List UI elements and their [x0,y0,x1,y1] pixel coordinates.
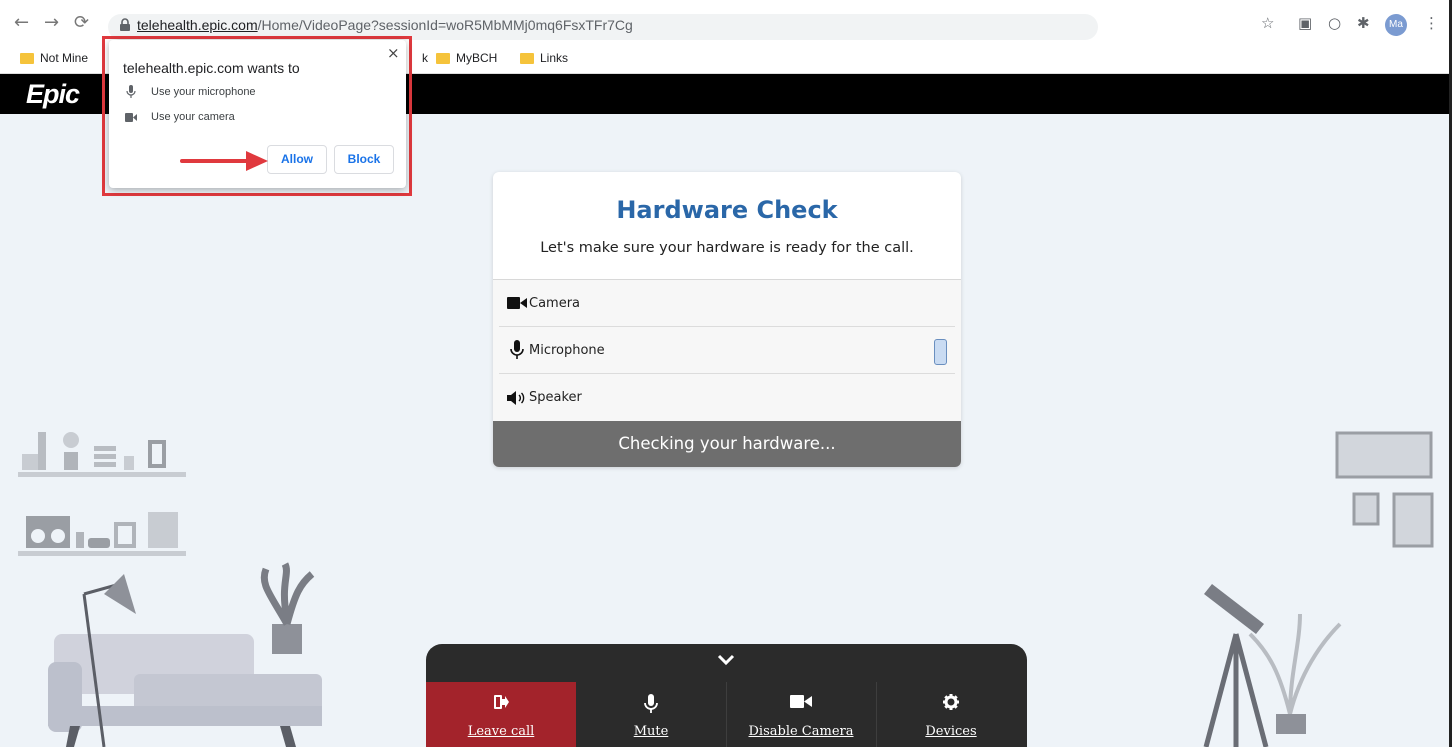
call-controls: Leave call Mute Disable Camera Devices [426,644,1027,747]
camera-icon [726,694,876,709]
gear-icon [876,694,1026,710]
microphone-icon [576,694,726,714]
profile-avatar[interactable]: Ma [1385,14,1407,36]
hardware-check-title: Hardware Check [616,196,838,224]
divider [726,682,727,747]
divider [876,682,877,747]
microphone-level-meter [934,339,947,365]
mute-button[interactable]: Mute [576,682,726,747]
lock-icon [120,18,130,31]
url-text[interactable]: telehealth.epic.com/Home/VideoPage?sessi… [137,17,633,33]
hardware-status: Checking your hardware... [493,421,961,467]
permission-title: telehealth.epic.com wants to [123,60,300,76]
device-row-camera: Camera [499,280,955,327]
allow-button[interactable]: Allow [267,145,327,174]
puzzle-icon[interactable]: ✱ [1357,14,1370,32]
leave-call-label: Leave call [467,724,535,739]
menu-icon[interactable]: ⋮ [1424,14,1439,32]
device-row-speaker: Speaker [499,374,955,421]
speaker-icon [507,388,527,408]
epic-logo: Epic [26,79,80,109]
extension-icon[interactable]: ▣ [1298,14,1312,32]
hardware-check-subtitle: Let's make sure your hardware is ready f… [540,240,914,256]
block-button[interactable]: Block [334,145,394,174]
camera-icon [123,112,139,122]
disable-camera-label: Disable Camera [748,724,854,739]
bookmark-folder[interactable]: Links [520,51,568,65]
devices-button[interactable]: Devices [876,682,1027,747]
url-path: /Home/VideoPage?sessionId=woR5MbMMj0mq6F… [257,17,633,33]
permission-microphone: Use your microphone [123,85,256,99]
extension-circle-icon[interactable]: ○ [1328,14,1341,32]
device-label: Camera [529,295,581,311]
bookmark-star-icon[interactable]: ☆ [1261,14,1274,32]
url-domain: telehealth.epic.com [137,17,258,33]
devices-label: Devices [925,724,977,739]
device-row-microphone: Microphone [499,327,955,374]
folder-icon [436,52,450,64]
microphone-icon [507,340,527,360]
bookmark-folder[interactable]: k [422,51,428,65]
device-list: Camera Microphone Speaker [493,279,961,421]
camera-icon [507,293,527,313]
microphone-icon [123,85,139,99]
leave-icon [426,694,576,710]
bookmark-folder[interactable]: Not Mine [20,51,88,65]
mute-label: Mute [633,724,669,739]
folder-icon [520,52,534,64]
device-label: Microphone [529,342,605,358]
close-icon[interactable]: × [387,44,400,62]
leave-call-button[interactable]: Leave call [426,682,576,747]
bookmark-folder[interactable]: MyBCH [436,51,497,65]
folder-icon [20,52,34,64]
disable-camera-button[interactable]: Disable Camera [726,682,876,747]
arrow-annotation-icon [180,151,268,171]
permission-camera: Use your camera [123,111,235,123]
forward-button[interactable]: → [44,14,59,32]
chevron-down-icon[interactable] [716,653,736,667]
reload-button[interactable]: ⟳ [74,14,89,32]
back-button[interactable]: ← [14,14,29,32]
hardware-check-card: Hardware Check Let's make sure your hard… [493,172,961,467]
device-label: Speaker [529,390,582,405]
